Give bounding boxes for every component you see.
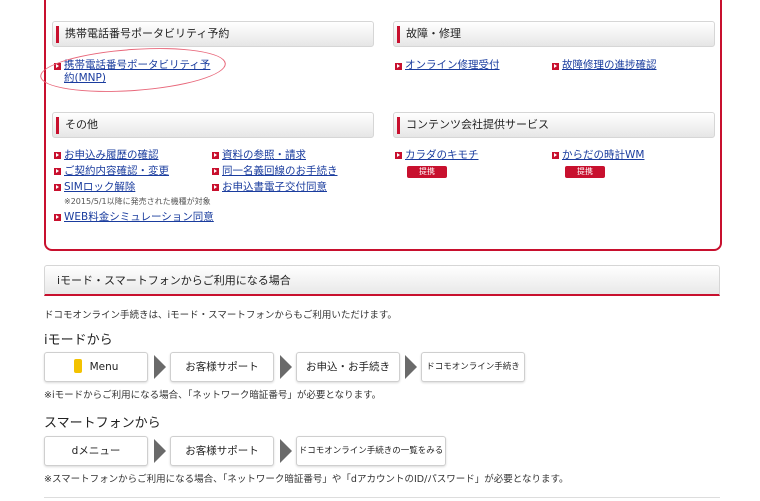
arrow-icon <box>54 184 61 191</box>
arrow-icon <box>395 152 402 159</box>
arrow-icon <box>552 63 559 70</box>
other-heading: その他 <box>52 112 374 138</box>
arrow-icon <box>54 152 61 159</box>
sim-note: ※2015/5/1以降に発売された機種が対象 <box>64 197 211 206</box>
imode-intro: ドコモオンライン手続きは、iモード・スマートフォンからもご利用いただけます。 <box>44 310 397 321</box>
karada-kimochi-link[interactable]: カラダのキモチ <box>405 149 479 162</box>
divider <box>44 497 720 498</box>
karada-tokei-link[interactable]: からだの時計WM <box>562 149 644 162</box>
smartphone-note: ※スマートフォンからご利用になる場合、「ネットワーク暗証番号」や「dアカウントの… <box>44 474 569 485</box>
imode-section-heading: iモード・スマートフォンからご利用になる場合 <box>44 265 720 296</box>
repair-heading: 故障・修理 <box>393 21 715 47</box>
arrow-icon <box>212 184 219 191</box>
same-name-lines-link[interactable]: 同一名義回線のお手続き <box>222 165 338 178</box>
arrow-icon <box>54 168 61 175</box>
step-arrow-icon <box>280 355 292 379</box>
imode-menu-icon <box>73 359 82 373</box>
arrow-icon <box>552 152 559 159</box>
documents-link[interactable]: 資料の参照・請求 <box>222 149 306 162</box>
online-repair-link[interactable]: オンライン修理受付 <box>405 59 500 72</box>
arrow-icon <box>54 214 61 221</box>
arrow-icon <box>395 63 402 70</box>
sim-unlock-link[interactable]: SIMロック解除 <box>64 181 135 194</box>
arrow-icon <box>212 168 219 175</box>
step-arrow-icon <box>280 439 292 463</box>
contract-change-link[interactable]: ご契約内容確認・変更 <box>64 165 169 178</box>
contents-heading: コンテンツ会社提供サービス <box>393 112 715 138</box>
partner-badge: 提携 <box>407 166 447 178</box>
partner-badge: 提携 <box>565 166 605 178</box>
imode-step-online: ドコモオンライン手続き <box>421 352 525 382</box>
repair-progress-link[interactable]: 故障修理の進捗確認 <box>562 59 657 72</box>
smart-step-support: お客様サポート <box>170 436 274 466</box>
electronic-delivery-link[interactable]: お申込書電子交付同意 <box>222 181 327 194</box>
web-simulation-link[interactable]: WEB料金シミュレーション同意 <box>64 211 214 224</box>
step-arrow-icon <box>154 439 166 463</box>
smartphone-title: スマートフォンから <box>44 416 161 431</box>
arrow-icon <box>212 152 219 159</box>
step-arrow-icon <box>405 355 417 379</box>
smart-step-dmenu: dメニュー <box>44 436 148 466</box>
imode-step-menu: Menu <box>44 352 148 382</box>
mnp-heading: 携帯電話番号ポータビリティ予約 <box>52 21 374 47</box>
imode-step-support: お客様サポート <box>170 352 274 382</box>
imode-note: ※iモードからご利用になる場合、「ネットワーク暗証番号」が必要となります。 <box>44 390 382 401</box>
step-arrow-icon <box>154 355 166 379</box>
smart-step-online-list: ドコモオンライン手続きの一覧をみる <box>296 436 446 466</box>
imode-title: iモードから <box>44 333 113 348</box>
imode-step-apply: お申込・お手続き <box>296 352 400 382</box>
application-history-link[interactable]: お申込み履歴の確認 <box>64 149 159 162</box>
